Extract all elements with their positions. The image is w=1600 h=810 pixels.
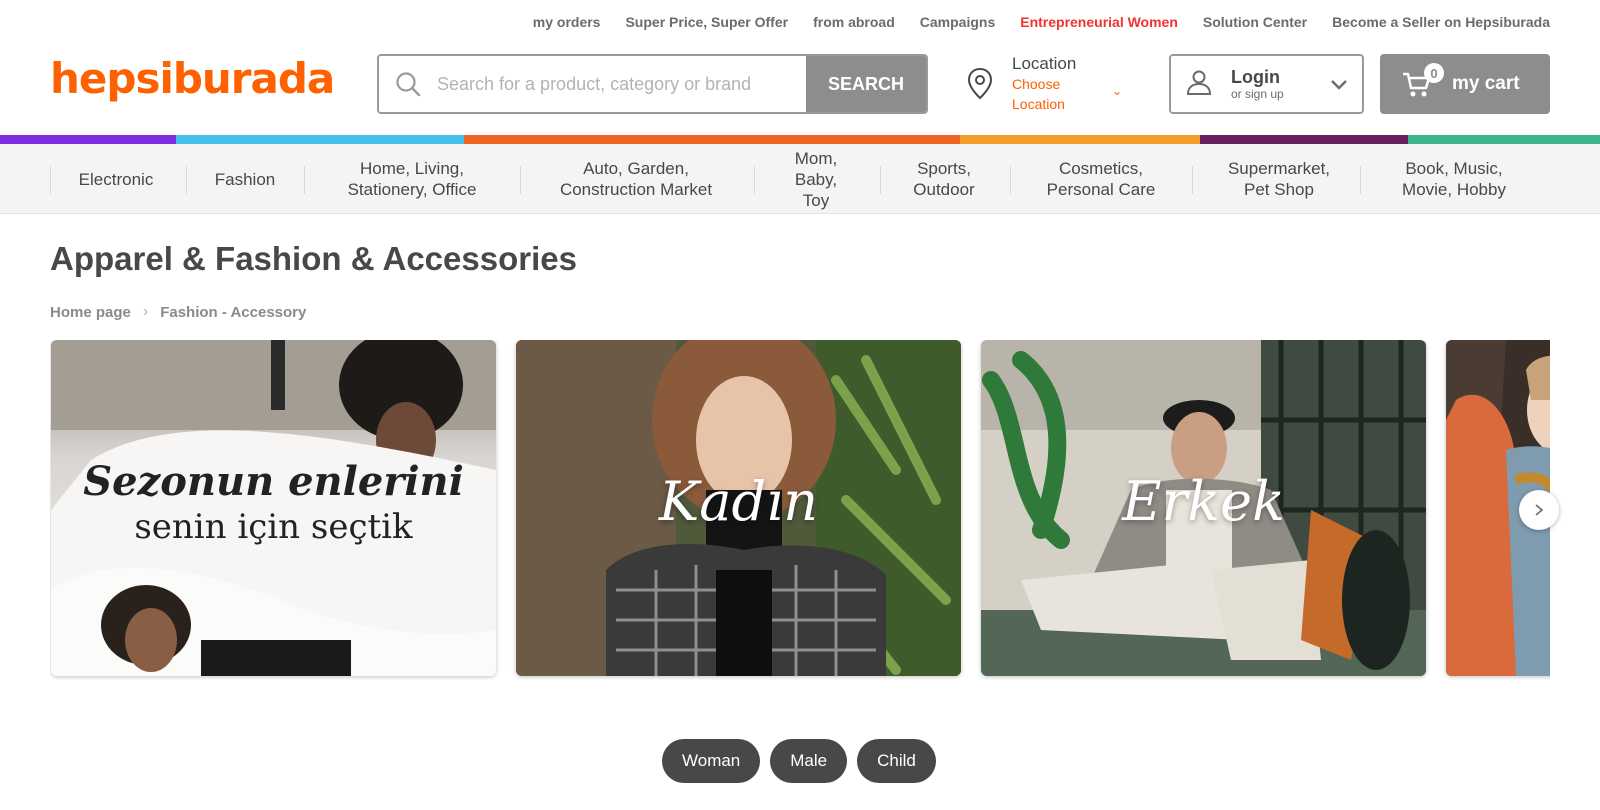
category-book-music[interactable]: Book, Music, Movie, Hobby xyxy=(1366,144,1542,214)
category-label: Fashion xyxy=(214,169,276,189)
filter-child-button[interactable]: Child xyxy=(857,739,936,783)
link-solution-center[interactable]: Solution Center xyxy=(1203,14,1307,30)
category-home-living[interactable]: Home, Living, Stationery, Office xyxy=(310,144,514,214)
user-icon xyxy=(1185,68,1217,101)
link-from-abroad[interactable]: from abroad xyxy=(813,14,895,30)
strip-segment xyxy=(1408,135,1600,144)
nav-divider xyxy=(304,166,305,194)
banner-man[interactable]: Erkek xyxy=(981,340,1426,676)
breadcrumb-fashion-accessory[interactable]: Fashion - Accessory xyxy=(160,304,306,321)
banner-woman-caption: Kadın xyxy=(658,470,819,533)
category-sports-outdoor[interactable]: Sports, Outdoor xyxy=(886,144,1002,214)
login-label: Login xyxy=(1231,67,1280,87)
gender-filter-pills: Woman Male Child xyxy=(662,739,936,783)
site-logo[interactable]: hepsiburada xyxy=(50,54,335,103)
banner-season-picks-caption: Sezonun enlerini senin için seçtik xyxy=(51,458,496,547)
location-choose-line2: Location xyxy=(1012,96,1065,112)
strip-segment xyxy=(464,135,960,144)
search-button[interactable]: SEARCH xyxy=(806,56,926,112)
carousel-next-button[interactable] xyxy=(1519,490,1559,530)
breadcrumb: Home page › Fashion - Accessory xyxy=(50,303,306,321)
strip-segment xyxy=(960,135,1200,144)
nav-divider xyxy=(1360,166,1361,194)
category-cosmetics[interactable]: Cosmetics, Personal Care xyxy=(1016,144,1186,214)
login-button[interactable]: Login or sign up xyxy=(1169,54,1364,114)
strip-segment xyxy=(1200,135,1408,144)
filter-male-button[interactable]: Male xyxy=(770,739,848,783)
nav-divider xyxy=(880,166,881,194)
link-my-orders[interactable]: my orders xyxy=(533,14,601,30)
search-bar: SEARCH xyxy=(377,54,928,114)
cart-button[interactable]: 0 my cart xyxy=(1380,54,1550,114)
nav-divider xyxy=(1192,166,1193,194)
category-label: Home, Living, xyxy=(360,159,464,178)
category-label: Book, Music, xyxy=(1405,159,1503,178)
page-title: Apparel & Fashion & Accessories xyxy=(50,240,577,277)
filter-woman-button[interactable]: Woman xyxy=(662,739,761,783)
category-label: Outdoor xyxy=(913,180,975,199)
category-mom-baby-toy[interactable]: Mom, Baby, Toy xyxy=(762,144,870,214)
search-icon xyxy=(379,56,437,112)
category-label: Construction Market xyxy=(559,180,713,199)
banner-carousel: Sezonun enlerini senin için seçtik Kadın xyxy=(50,340,1550,680)
link-become-seller[interactable]: Become a Seller on Hepsiburada xyxy=(1332,14,1550,30)
banner-headline: Sezonun enlerini xyxy=(83,458,464,505)
category-electronic[interactable]: Electronic xyxy=(56,144,176,214)
strip-segment xyxy=(176,135,464,144)
link-campaigns[interactable]: Campaigns xyxy=(920,14,995,30)
category-label: Pet Shop xyxy=(1244,180,1314,199)
top-utility-links: my orders Super Price, Super Offer from … xyxy=(533,14,1550,30)
banner-woman[interactable]: Kadın xyxy=(516,340,961,676)
cart-icon: 0 xyxy=(1402,63,1444,99)
location-pin-icon xyxy=(966,54,1002,106)
nav-divider xyxy=(754,166,755,194)
category-label: Toy xyxy=(802,190,830,210)
nav-divider xyxy=(50,166,51,194)
cart-label: my cart xyxy=(1452,73,1520,94)
search-input[interactable] xyxy=(437,56,806,112)
category-color-strip xyxy=(0,135,1600,144)
breadcrumb-home[interactable]: Home page xyxy=(50,304,131,321)
category-label: Sports, xyxy=(917,159,971,178)
link-super-price[interactable]: Super Price, Super Offer xyxy=(625,14,788,30)
nav-divider xyxy=(1010,166,1011,194)
category-label: Supermarket, xyxy=(1227,159,1331,178)
category-supermarket[interactable]: Supermarket, Pet Shop xyxy=(1198,144,1360,214)
category-label: Auto, Garden, xyxy=(583,159,689,178)
category-label: Personal Care xyxy=(1046,180,1156,199)
chevron-right-icon: › xyxy=(142,303,149,320)
category-label: Baby, xyxy=(794,169,838,189)
nav-divider xyxy=(186,166,187,194)
category-label: Movie, Hobby xyxy=(1402,180,1506,199)
category-nav: Electronic Fashion Home, Living, Statione… xyxy=(0,144,1600,214)
chevron-down-icon: ⌄ xyxy=(1112,84,1123,98)
location-selector[interactable]: Location Choose Location ⌄ xyxy=(966,54,1126,114)
category-label: Electronic xyxy=(78,169,154,189)
nav-divider xyxy=(520,166,521,194)
banner-subheadline: senin için seçtik xyxy=(134,507,413,547)
link-entrepreneurial-women[interactable]: Entrepreneurial Women xyxy=(1020,14,1178,30)
login-sub-label: or sign up xyxy=(1231,87,1284,101)
chevron-down-icon xyxy=(1330,75,1348,98)
location-choose-line1: Choose xyxy=(1012,76,1061,92)
banner-season-picks[interactable]: Sezonun enlerini senin için seçtik xyxy=(51,340,496,676)
category-fashion[interactable]: Fashion xyxy=(190,144,300,214)
location-title: Location xyxy=(1012,54,1077,73)
category-auto-garden[interactable]: Auto, Garden, Construction Market xyxy=(526,144,746,214)
cart-count-badge: 0 xyxy=(1424,63,1444,83)
strip-segment xyxy=(0,135,176,144)
banner-man-caption: Erkek xyxy=(1122,470,1285,533)
category-label: Stationery, Office xyxy=(347,180,477,199)
category-label: Mom, xyxy=(794,148,838,168)
category-label: Cosmetics, xyxy=(1058,159,1144,178)
chevron-right-icon xyxy=(1535,504,1544,516)
